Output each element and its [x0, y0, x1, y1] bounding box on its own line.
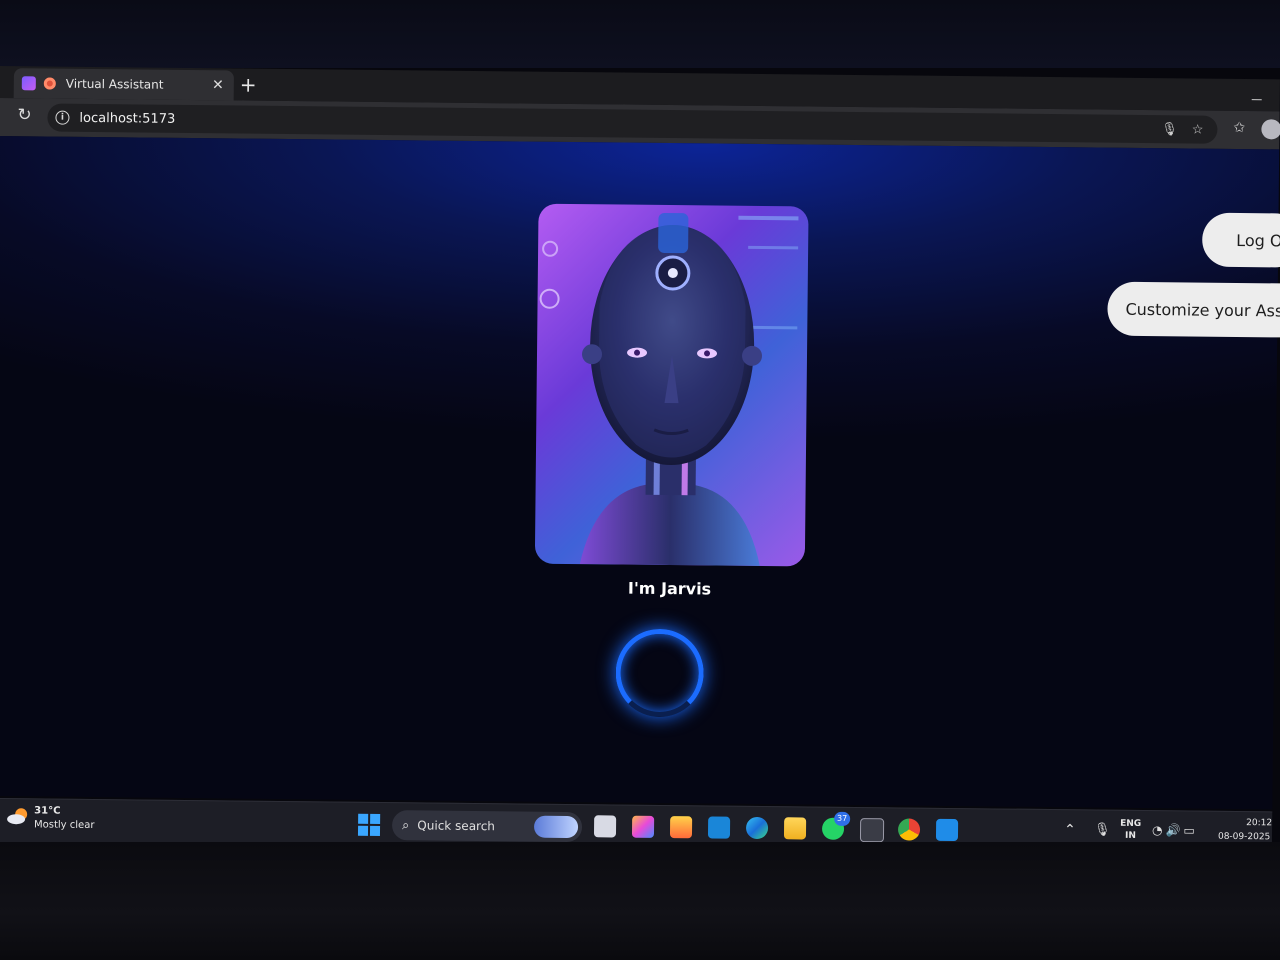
reload-icon[interactable]: ↻: [17, 105, 31, 125]
copilot-icon[interactable]: [631, 815, 655, 838]
recording-favicon-icon: [43, 77, 56, 90]
microphone-icon[interactable]: 🎙: [1161, 122, 1178, 137]
clock-date[interactable]: 08-09-2025: [1218, 832, 1270, 843]
whatsapp-icon[interactable]: 37: [821, 811, 851, 840]
show-hidden-icons-chevron-icon[interactable]: ⌃: [1064, 822, 1076, 838]
tab-title: Virtual Assistant: [65, 76, 164, 92]
listening-indicator-icon: [615, 628, 705, 718]
search-highlight-art: [533, 815, 579, 839]
language-region[interactable]: IN: [1125, 831, 1136, 841]
language-indicator[interactable]: ENG: [1120, 819, 1141, 829]
assistant-name-label: I'm Jarvis: [627, 578, 712, 599]
file-explorer-icon[interactable]: [783, 817, 807, 840]
terminal-icon[interactable]: [859, 818, 885, 843]
windows-start-icon[interactable]: [357, 813, 381, 837]
minimize-window-icon[interactable]: [1251, 99, 1262, 101]
weather-temperature[interactable]: 31°C: [34, 805, 60, 816]
profile-avatar-icon[interactable]: [1261, 119, 1280, 140]
tab-group-icon: [21, 76, 36, 91]
assistant-avatar-image: [534, 203, 809, 567]
clock-time[interactable]: 20:12: [1246, 818, 1272, 828]
logout-button[interactable]: Log O: [1201, 212, 1280, 268]
edge-icon[interactable]: [745, 816, 769, 840]
whatsapp-unread-badge: 37: [834, 811, 851, 826]
url-text[interactable]: localhost:5173: [79, 110, 1161, 136]
task-view-icon[interactable]: [593, 815, 617, 838]
dell-icon[interactable]: [707, 816, 731, 839]
search-label: Quick search: [417, 818, 496, 834]
new-tab-icon[interactable]: +: [240, 73, 257, 97]
assistant-page: I'm Jarvis Log O Customize your Assis: [0, 135, 1280, 810]
weather-icon[interactable]: [6, 807, 30, 825]
monitor-bezel-top: [0, 0, 1280, 68]
favorites-icon[interactable]: ✩: [1233, 120, 1245, 136]
screen: Virtual Assistant ✕ + ↻ i localhost:5173…: [0, 66, 1280, 859]
robot-head-illustration: [539, 212, 799, 566]
close-tab-icon[interactable]: ✕: [212, 77, 224, 93]
store-icon[interactable]: [669, 816, 693, 839]
tab-virtual-assistant[interactable]: Virtual Assistant ✕: [13, 68, 234, 101]
bookmark-star-icon[interactable]: ☆: [1192, 122, 1204, 137]
search-icon: ⌕: [401, 817, 410, 833]
tray-microphone-icon[interactable]: 🎙: [1094, 822, 1111, 837]
chrome-icon[interactable]: [897, 818, 921, 841]
taskbar-search-box[interactable]: ⌕ Quick search: [391, 810, 583, 843]
site-info-icon[interactable]: i: [55, 110, 70, 125]
customize-assistant-button[interactable]: Customize your Assis: [1107, 281, 1280, 338]
monitor-bezel-bottom: [0, 842, 1280, 960]
weather-condition[interactable]: Mostly clear: [34, 819, 95, 831]
wifi-volume-battery-icons[interactable]: ◔🔊▭: [1152, 823, 1198, 837]
vscode-icon[interactable]: [935, 818, 959, 842]
